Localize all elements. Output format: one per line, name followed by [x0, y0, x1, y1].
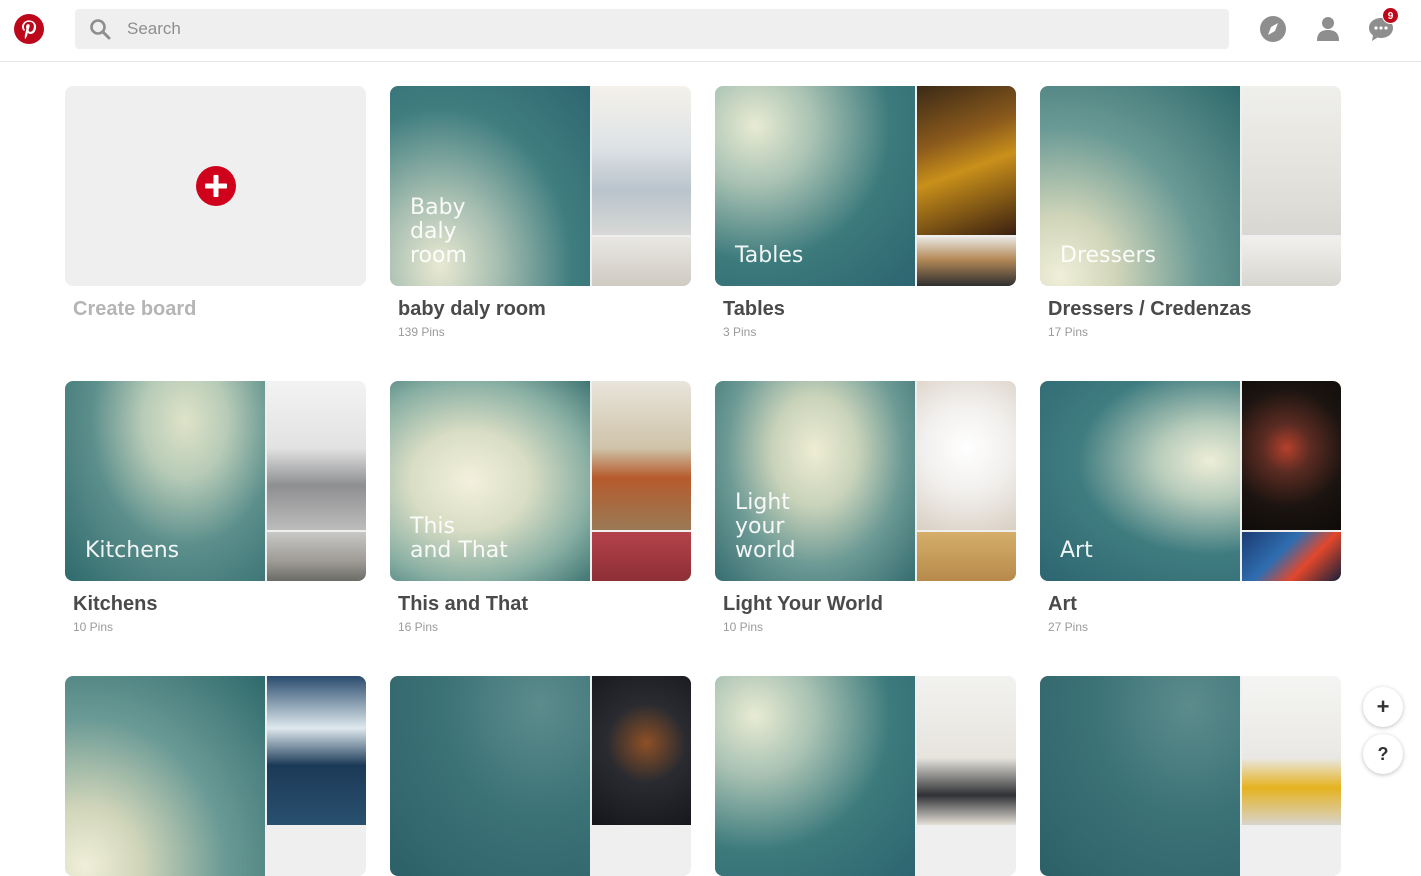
board-cover[interactable]: Art: [1040, 381, 1341, 581]
board-cover[interactable]: Kitchens: [65, 381, 366, 581]
board-card[interactable]: [390, 676, 691, 876]
board-cover-thumbnail: [1242, 86, 1341, 235]
board-cover-thumbnail: [1242, 676, 1341, 825]
board-cover-thumbnail: [592, 381, 691, 530]
board-card-light-your-world[interactable]: Light your world Light Your World 10 Pin…: [715, 381, 1016, 634]
board-cover-main-image: Baby daly room: [390, 86, 590, 286]
create-board-cover[interactable]: [65, 86, 366, 286]
board-card-dressers[interactable]: Dressers Dressers / Credenzas 17 Pins: [1040, 86, 1341, 339]
board-cover-label: This and That: [410, 514, 508, 563]
board-cover-thumbnail: [917, 676, 1016, 825]
board-cover-main-image: Dressers: [1040, 86, 1240, 286]
plus-circle-icon[interactable]: [196, 166, 236, 206]
board-cover-main-image: Tables: [715, 86, 915, 286]
board-cover-thumbnail: [1242, 237, 1341, 286]
board-cover-main-image: This and That: [390, 381, 590, 581]
board-title[interactable]: Tables: [723, 298, 785, 321]
board-cover-label: Baby daly room: [410, 195, 467, 268]
board-cover-label: Dressers: [1060, 243, 1157, 268]
board-cover-label: Light your world: [735, 490, 796, 563]
board-card-baby-daly-room[interactable]: Baby daly room baby daly room 139 Pins: [390, 86, 691, 339]
user-icon[interactable]: [1313, 14, 1343, 44]
board-pin-count: 16 Pins: [398, 620, 439, 634]
board-pin-count: 27 Pins: [1048, 620, 1089, 634]
board-cover-main-image: [715, 676, 915, 876]
board-cover[interactable]: [390, 676, 691, 876]
board-title[interactable]: This and That: [398, 593, 528, 616]
board-cover-thumbnail: [267, 676, 366, 825]
pinterest-logo-icon[interactable]: [14, 14, 44, 44]
board-pin-count: 10 Pins: [723, 620, 764, 634]
board-cover[interactable]: Tables: [715, 86, 1016, 286]
board-pin-count: 139 Pins: [398, 325, 445, 339]
board-cover-thumbnail: [1242, 381, 1341, 530]
search-icon: [89, 18, 111, 40]
create-board-card[interactable]: Create board: [65, 86, 366, 320]
board-cover-thumbnail: [917, 381, 1016, 530]
board-pin-count: 17 Pins: [1048, 325, 1089, 339]
board-card[interactable]: [1040, 676, 1341, 876]
create-board-label[interactable]: Create board: [73, 298, 196, 321]
board-cover-main-image: Light your world: [715, 381, 915, 581]
notification-badge: 9: [1382, 7, 1399, 24]
board-cover-thumbnail: [1242, 532, 1341, 581]
board-cover-main-image: [65, 676, 265, 876]
board-cover[interactable]: [1040, 676, 1341, 876]
board-cover[interactable]: Light your world: [715, 381, 1016, 581]
board-title[interactable]: baby daly room: [398, 298, 546, 321]
board-cover[interactable]: Baby daly room: [390, 86, 691, 286]
board-cover-label: Tables: [735, 243, 804, 268]
add-pin-button[interactable]: +: [1363, 687, 1403, 727]
board-cover-thumbnail: [592, 86, 691, 235]
board-card-art[interactable]: Art Art 27 Pins: [1040, 381, 1341, 634]
board-cover-thumbnail: [917, 532, 1016, 581]
board-pin-count: 10 Pins: [73, 620, 114, 634]
board-cover-main-image: [1040, 676, 1240, 876]
board-title[interactable]: Kitchens: [73, 593, 157, 616]
search-input[interactable]: [127, 9, 1207, 49]
search-bar[interactable]: [75, 9, 1229, 49]
board-cover-thumbnail: [592, 237, 691, 286]
board-cover[interactable]: This and That: [390, 381, 691, 581]
board-cover-thumbnail: [267, 381, 366, 530]
board-cover[interactable]: [715, 676, 1016, 876]
board-cover[interactable]: Dressers: [1040, 86, 1341, 286]
board-title[interactable]: Light Your World: [723, 593, 883, 616]
board-card-kitchens[interactable]: Kitchens Kitchens 10 Pins: [65, 381, 366, 634]
board-pin-count: 3 Pins: [723, 325, 757, 339]
board-card-tables[interactable]: Tables Tables 3 Pins: [715, 86, 1016, 339]
board-cover-label: Kitchens: [85, 538, 180, 563]
board-cover-main-image: Kitchens: [65, 381, 265, 581]
board-cover-thumbnail: [592, 532, 691, 581]
board-cover-thumbnail: [267, 532, 366, 581]
board-title[interactable]: Dressers / Credenzas: [1048, 298, 1251, 321]
board-card[interactable]: [65, 676, 366, 876]
board-cover-main-image: [390, 676, 590, 876]
board-cover[interactable]: [65, 676, 366, 876]
board-card-this-and-that[interactable]: This and That This and That 16 Pins: [390, 381, 691, 634]
board-card[interactable]: [715, 676, 1016, 876]
help-button[interactable]: ?: [1363, 734, 1403, 774]
board-title[interactable]: Art: [1048, 593, 1077, 616]
compass-icon[interactable]: [1258, 14, 1288, 44]
board-cover-thumbnail: [917, 237, 1016, 286]
board-cover-label: Art: [1060, 538, 1093, 563]
board-cover-main-image: Art: [1040, 381, 1240, 581]
top-bar: 9: [0, 0, 1421, 62]
board-cover-thumbnail: [592, 676, 691, 825]
board-cover-thumbnail: [917, 86, 1016, 235]
